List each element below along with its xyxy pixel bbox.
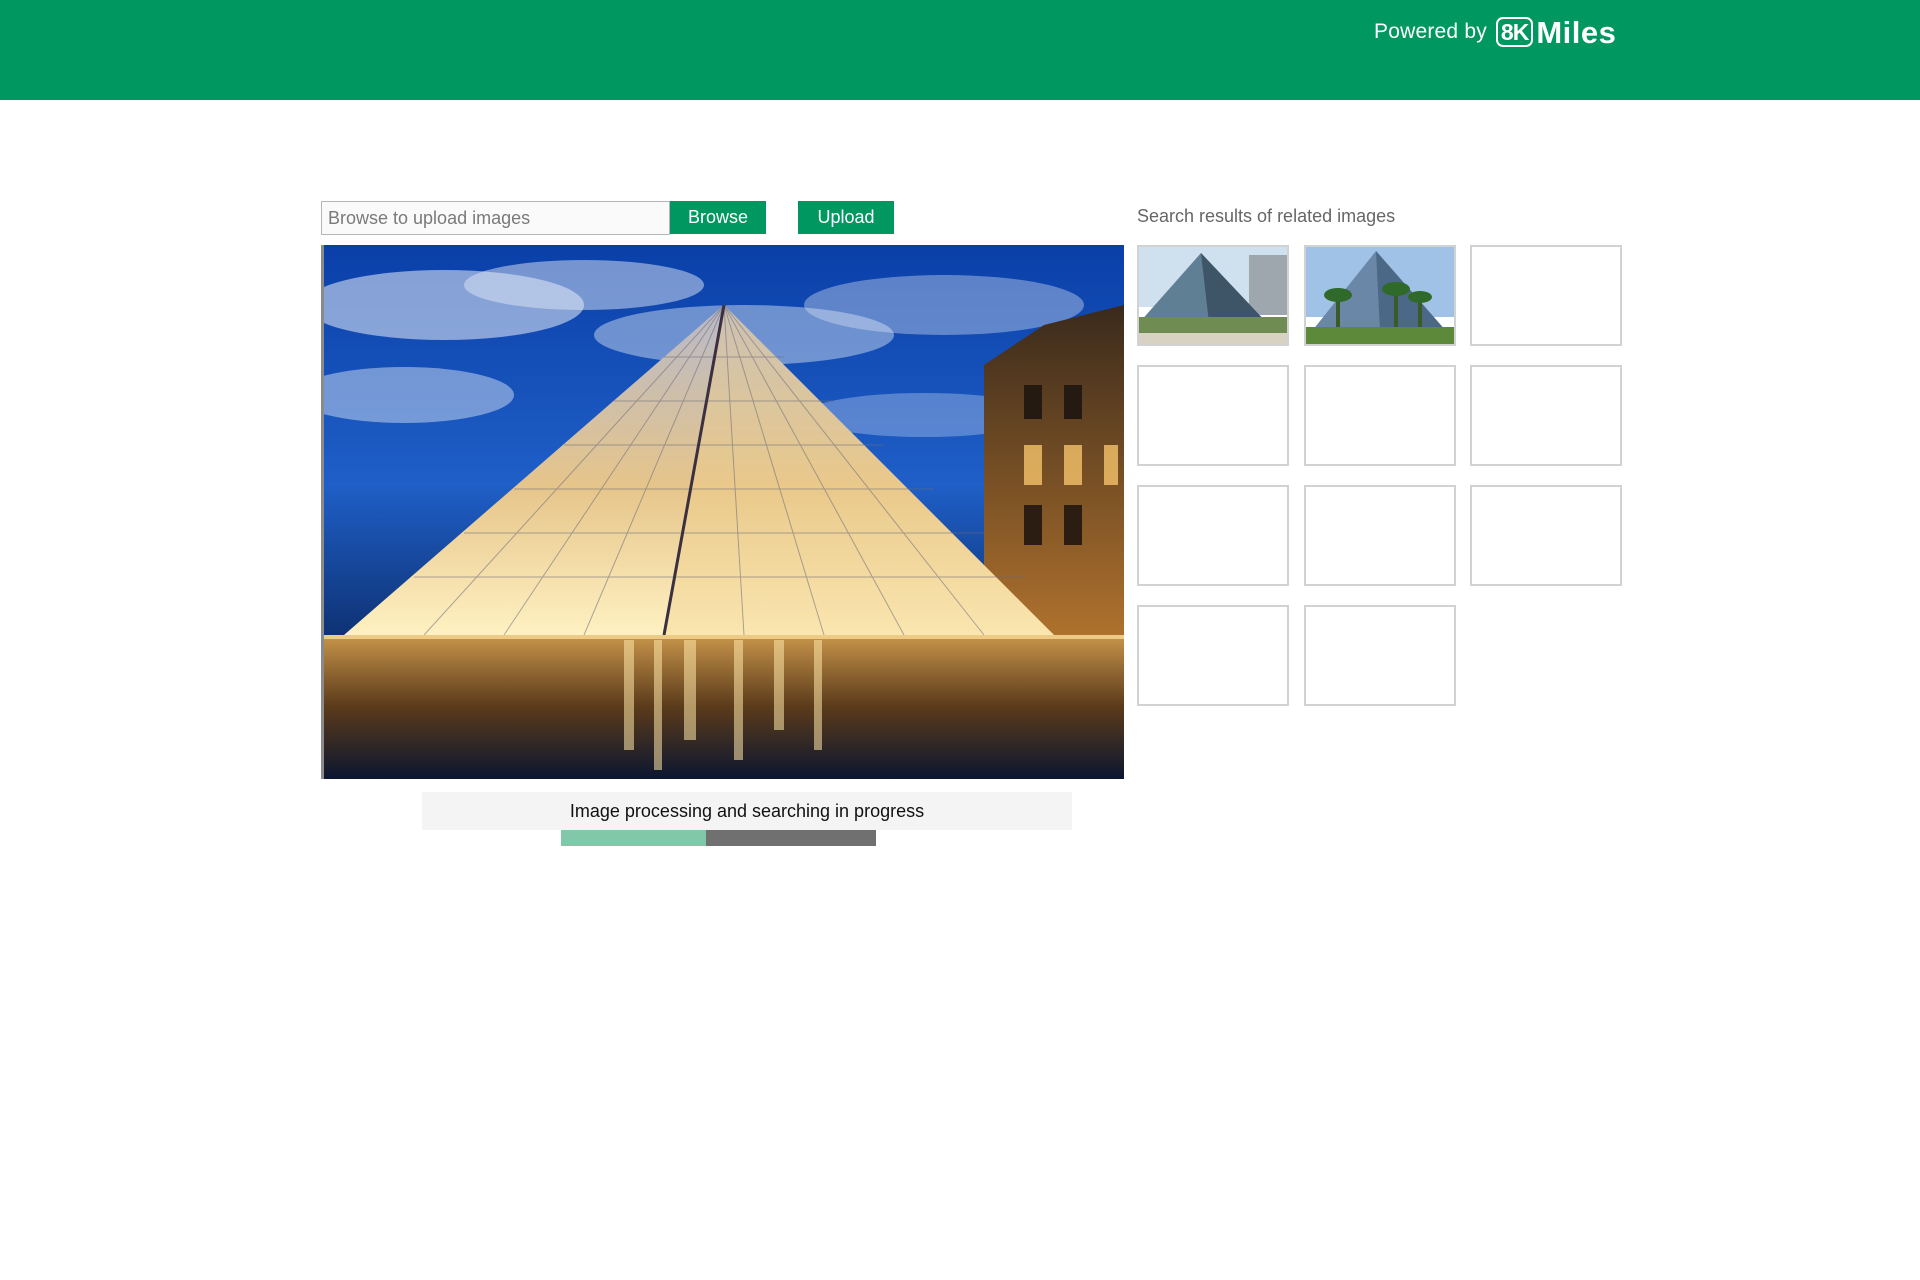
powered-by-label: Powered by [1374,20,1487,43]
result-thumbnail[interactable] [1304,245,1456,346]
upload-path-input[interactable] [321,201,670,235]
pyramid-thumbnail-icon [1139,247,1287,344]
progress-bar [561,830,876,846]
result-thumbnail[interactable] [1304,365,1456,466]
result-thumbnail[interactable] [1137,365,1289,466]
logo-wordmark: Miles [1536,14,1617,50]
uploaded-image-preview [321,245,1124,779]
result-thumbnail[interactable] [1137,485,1289,586]
result-thumbnail[interactable] [1137,245,1289,346]
result-thumbnail[interactable] [1470,365,1622,466]
progress-text: Image processing and searching in progre… [569,800,925,821]
pyramid-photo-icon [324,245,1124,779]
pyramid-thumbnail-icon [1306,247,1454,344]
result-thumbnail[interactable] [1304,605,1456,706]
result-thumbnail[interactable] [1304,485,1456,586]
progress-status: Image processing and searching in progre… [422,792,1072,830]
result-thumbnail[interactable] [1470,245,1622,346]
logo-mark: 8K [1495,17,1534,47]
progress-bar-fill [561,830,706,846]
results-title: Search results of related images [1137,206,1396,226]
top-header: Powered by 8K Miles [0,0,1920,100]
result-thumbnail[interactable] [1470,485,1622,586]
browse-button[interactable]: Browse [670,201,766,234]
upload-button[interactable]: Upload [798,201,894,234]
result-thumbnail[interactable] [1137,605,1289,706]
powered-by: Powered by 8K Miles [1374,14,1616,50]
brand-logo[interactable]: 8K Miles [1495,14,1617,50]
